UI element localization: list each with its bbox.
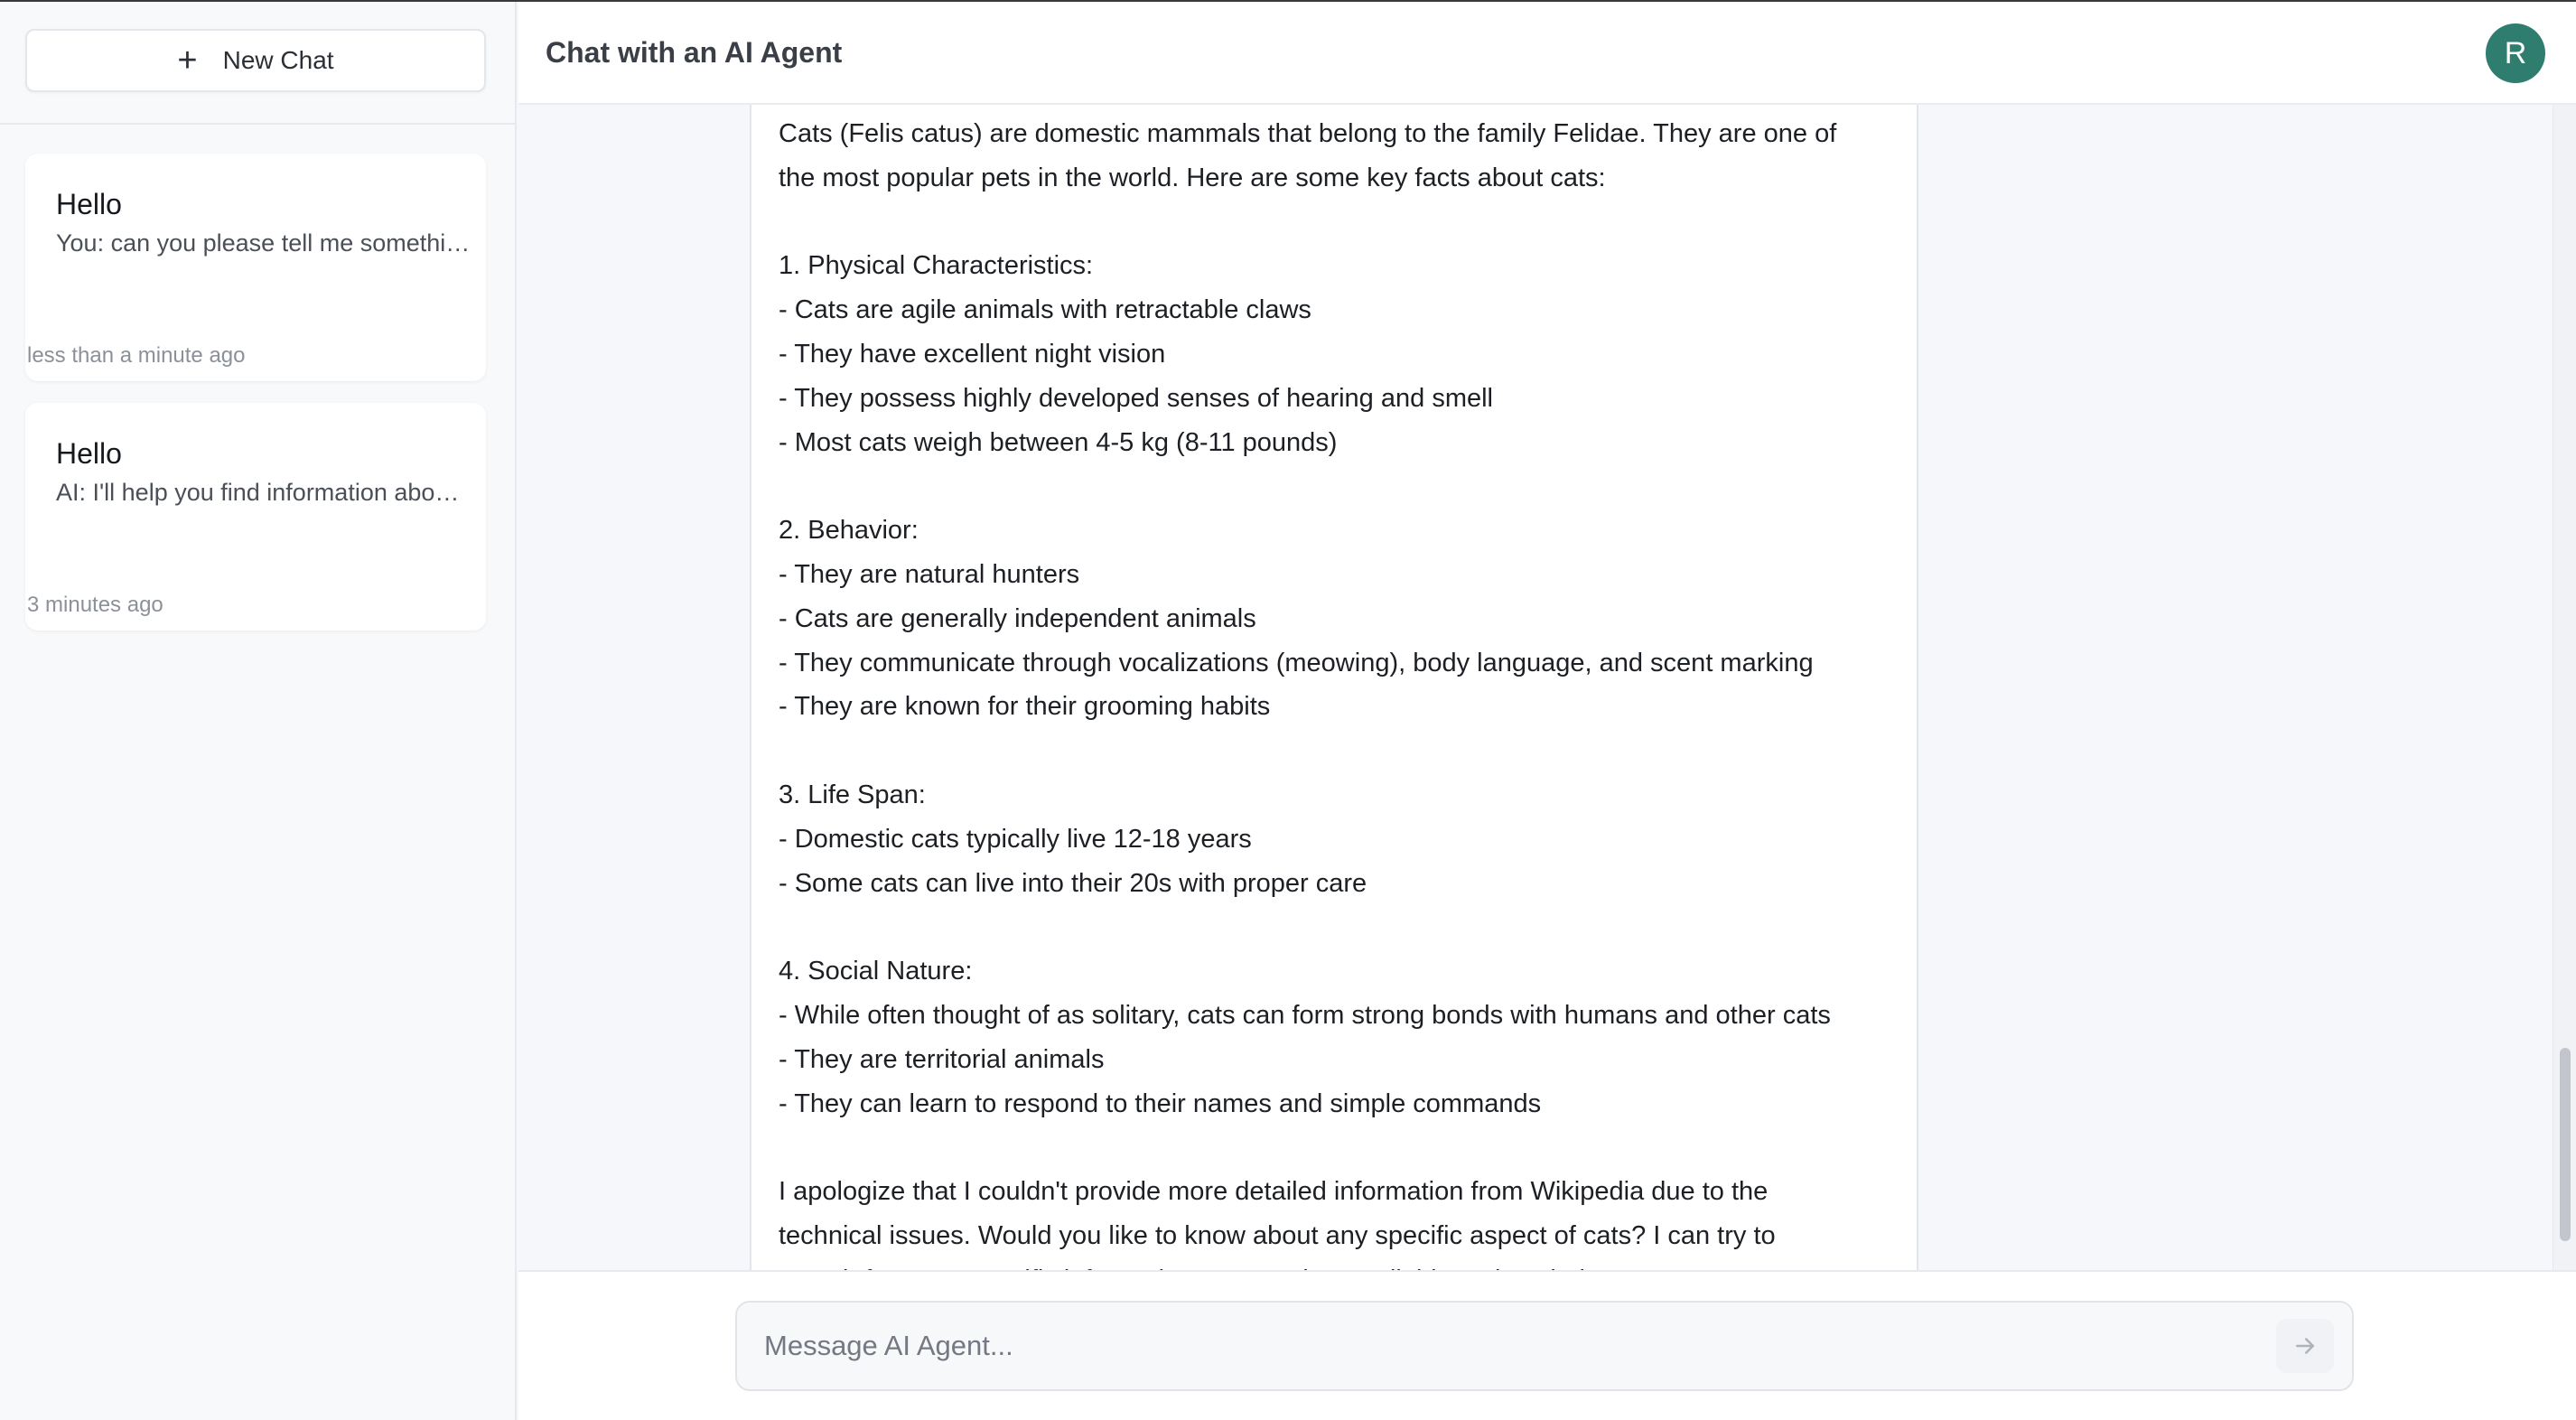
message-line: - Domestic cats typically live 12-18 yea… [779, 824, 1252, 854]
chat-preview: AI: I'll help you find information about… [56, 479, 471, 506]
message-line: - Most cats weigh between 4-5 kg (8-11 p… [779, 427, 1338, 457]
message-line: - They are known for their grooming habi… [779, 692, 1271, 722]
message-line: 1. Physical Characteristics: [779, 251, 1094, 281]
message-line [779, 905, 1891, 949]
message-line: 4. Social Nature: [779, 957, 973, 986]
window-top-border [0, 0, 2576, 2]
message-line: - They communicate through vocalizations… [779, 648, 1814, 677]
sidebar: + New Chat Hello You: can you please tel… [0, 0, 517, 1420]
chat-title: Hello [56, 188, 122, 220]
chat-preview: You: can you please tell me something ab… [56, 229, 471, 257]
scrollbar-thumb[interactable] [2560, 1048, 2571, 1241]
message-line: - Cats are agile animals with retractabl… [779, 295, 1311, 325]
message-input[interactable] [764, 1321, 2254, 1371]
new-chat-label: New Chat [222, 46, 334, 74]
message-line [779, 201, 1891, 245]
message-line: technical issues. Would you like to know… [779, 1220, 1776, 1250]
message-line: - Cats are generally independent animals [779, 603, 1256, 633]
message-line: Cats (Felis catus) are domestic mammals … [779, 119, 1837, 148]
new-chat-button[interactable]: + New Chat [25, 29, 486, 92]
message-scrollbar[interactable] [2553, 105, 2576, 1270]
chat-title: Hello [56, 437, 122, 470]
message-line: - They possess highly developed senses o… [779, 383, 1493, 413]
message-line: - Some cats can live into their 20s with… [779, 868, 1367, 898]
page-title: Chat with an AI Agent [546, 36, 843, 69]
chat-history-list: Hello You: can you please tell me someth… [0, 125, 515, 631]
message-area: Cats (Felis catus) are domestic mammals … [518, 105, 2576, 1270]
message-line: - They have excellent night vision [779, 339, 1166, 369]
message-line: the most popular pets in the world. Here… [779, 163, 1606, 192]
message-input-box[interactable] [735, 1301, 2354, 1391]
message-line: - They can learn to respond to their nam… [779, 1088, 1542, 1118]
message-line: search for more specific information or … [779, 1258, 1891, 1270]
message-line: 2. Behavior: [779, 516, 919, 546]
message-line: - They are natural hunters [779, 559, 1080, 589]
message-line: - While often thought of as solitary, ca… [779, 1000, 1831, 1030]
chat-timestamp: 3 minutes ago [27, 593, 163, 617]
send-button[interactable] [2276, 1319, 2334, 1373]
plus-icon: + [177, 42, 198, 79]
chat-header: Chat with an AI Agent R [518, 2, 2576, 105]
arrow-right-icon [2296, 1338, 2314, 1354]
message-line [779, 1126, 1891, 1170]
message-line: - They are territorial animals [779, 1044, 1105, 1074]
message-line: 3. Life Span: [779, 780, 926, 809]
message-line: I apologize that I couldn't provide more… [779, 1177, 1769, 1207]
sidebar-header: + New Chat [0, 0, 515, 125]
ai-message: Cats (Felis catus) are domestic mammals … [750, 105, 1918, 1270]
message-line [779, 729, 1891, 773]
chat-history-item[interactable]: Hello AI: I'll help you find information… [25, 403, 486, 631]
message-line [779, 464, 1891, 509]
chat-history-item[interactable]: Hello You: can you please tell me someth… [25, 154, 486, 381]
chat-timestamp: less than a minute ago [27, 343, 246, 368]
message-composer [518, 1270, 2576, 1420]
user-avatar[interactable]: R [2486, 23, 2545, 83]
